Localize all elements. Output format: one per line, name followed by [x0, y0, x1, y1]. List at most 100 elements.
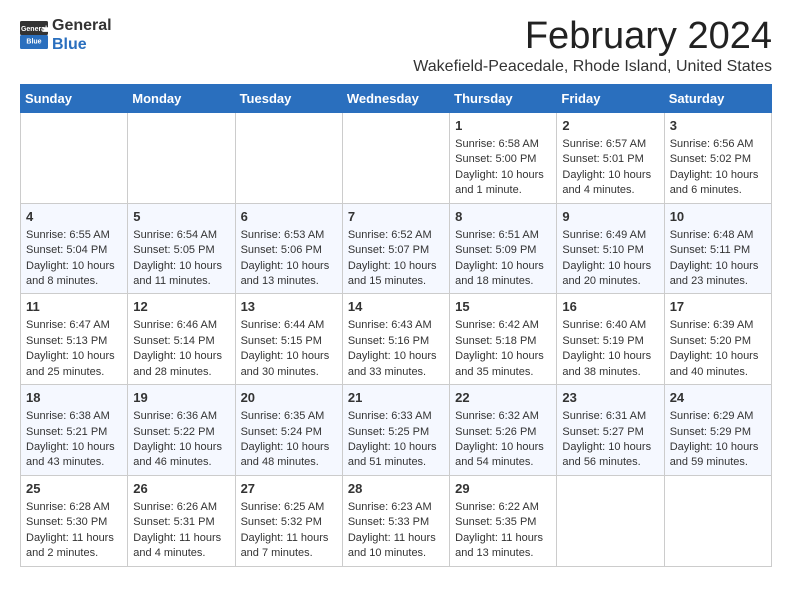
- day-info: Daylight: 10 hours and 13 minutes.: [241, 259, 337, 290]
- day-info: Sunrise: 6:35 AM: [241, 409, 337, 424]
- weekday-header-friday: Friday: [557, 84, 664, 112]
- calendar-header: SundayMondayTuesdayWednesdayThursdayFrid…: [21, 84, 772, 112]
- day-info: Daylight: 10 hours and 40 minutes.: [670, 349, 766, 380]
- day-number: 7: [348, 208, 444, 226]
- day-number: 3: [670, 117, 766, 135]
- logo-icon: General Blue: [20, 21, 48, 49]
- day-info: Sunset: 5:24 PM: [241, 425, 337, 440]
- day-info: Daylight: 10 hours and 1 minute.: [455, 168, 551, 199]
- calendar-cell: 25 Sunrise: 6:28 AMSunset: 5:30 PMDayligh…: [21, 475, 128, 566]
- day-number: 15: [455, 298, 551, 316]
- day-info: Sunset: 5:10 PM: [562, 243, 658, 258]
- day-number: 23: [562, 389, 658, 407]
- day-info: Sunset: 5:33 PM: [348, 515, 444, 530]
- weekday-header-sunday: Sunday: [21, 84, 128, 112]
- day-info: Daylight: 10 hours and 33 minutes.: [348, 349, 444, 380]
- day-info: Sunrise: 6:46 AM: [133, 318, 229, 333]
- day-info: Sunset: 5:16 PM: [348, 334, 444, 349]
- calendar-cell: [342, 112, 449, 203]
- calendar-cell: 16Sunrise: 6:40 AMSunset: 5:19 PMDayligh…: [557, 294, 664, 385]
- day-info: Sunrise: 6:54 AM: [133, 228, 229, 243]
- calendar-cell: 1Sunrise: 6:58 AMSunset: 5:00 PMDaylight…: [450, 112, 557, 203]
- calendar-cell: 10Sunrise: 6:48 AMSunset: 5:11 PMDayligh…: [664, 203, 771, 294]
- day-info: Daylight: 10 hours and 18 minutes.: [455, 259, 551, 290]
- day-info: Daylight: 10 hours and 35 minutes.: [455, 349, 551, 380]
- day-info: Sunrise: 6:32 AM: [455, 409, 551, 424]
- day-number: 4: [26, 208, 122, 226]
- day-info: Sunset: 5:35 PM: [455, 515, 551, 530]
- day-info: Sunset: 5:02 PM: [670, 152, 766, 167]
- day-info: Sunrise: 6:55 AM: [26, 228, 122, 243]
- day-info: Sunrise: 6:28 AM: [26, 500, 122, 515]
- logo: General Blue General Blue: [20, 16, 112, 54]
- day-number: 1: [455, 117, 551, 135]
- day-info: Sunrise: 6:49 AM: [562, 228, 658, 243]
- day-number: 20: [241, 389, 337, 407]
- calendar-cell: 8Sunrise: 6:51 AMSunset: 5:09 PMDaylight…: [450, 203, 557, 294]
- day-info: Sunrise: 6:22 AM: [455, 500, 551, 515]
- day-info: Sunset: 5:04 PM: [26, 243, 122, 258]
- day-number: 26: [133, 480, 229, 498]
- day-number: 18: [26, 389, 122, 407]
- day-number: 2: [562, 117, 658, 135]
- calendar-cell: 28Sunrise: 6:23 AMSunset: 5:33 PMDayligh…: [342, 475, 449, 566]
- calendar-cell: 22Sunrise: 6:32 AMSunset: 5:26 PMDayligh…: [450, 385, 557, 476]
- day-info: Sunset: 5:25 PM: [348, 425, 444, 440]
- day-info: Daylight: 10 hours and 23 minutes.: [670, 259, 766, 290]
- day-info: Daylight: 10 hours and 6 minutes.: [670, 168, 766, 199]
- day-info: Sunrise: 6:44 AM: [241, 318, 337, 333]
- day-info: Daylight: 11 hours and 10 minutes.: [348, 531, 444, 562]
- day-info: Daylight: 11 hours and 7 minutes.: [241, 531, 337, 562]
- day-info: Sunset: 5:30 PM: [26, 515, 122, 530]
- day-info: Sunset: 5:22 PM: [133, 425, 229, 440]
- day-info: Sunset: 5:19 PM: [562, 334, 658, 349]
- day-info: Sunrise: 6:57 AM: [562, 137, 658, 152]
- logo-text: General Blue: [52, 16, 112, 54]
- day-number: 21: [348, 389, 444, 407]
- weekday-header-tuesday: Tuesday: [235, 84, 342, 112]
- day-info: Daylight: 11 hours and 4 minutes.: [133, 531, 229, 562]
- day-info: Sunrise: 6:48 AM: [670, 228, 766, 243]
- day-info: Daylight: 10 hours and 48 minutes.: [241, 440, 337, 471]
- weekday-header-thursday: Thursday: [450, 84, 557, 112]
- calendar-cell: 14Sunrise: 6:43 AMSunset: 5:16 PMDayligh…: [342, 294, 449, 385]
- title-area: February 2024 Wakefield-Peacedale, Rhode…: [413, 16, 772, 76]
- day-info: Sunset: 5:05 PM: [133, 243, 229, 258]
- svg-text:General: General: [21, 26, 47, 33]
- calendar-cell: 23Sunrise: 6:31 AMSunset: 5:27 PMDayligh…: [557, 385, 664, 476]
- day-info: Sunrise: 6:39 AM: [670, 318, 766, 333]
- day-info: Sunset: 5:15 PM: [241, 334, 337, 349]
- day-number: 14: [348, 298, 444, 316]
- calendar-body: 1Sunrise: 6:58 AMSunset: 5:00 PMDaylight…: [21, 112, 772, 566]
- day-info: Sunset: 5:00 PM: [455, 152, 551, 167]
- day-info: Sunset: 5:20 PM: [670, 334, 766, 349]
- day-info: Sunrise: 6:33 AM: [348, 409, 444, 424]
- day-info: Sunset: 5:29 PM: [670, 425, 766, 440]
- week-row-1: 4 Sunrise: 6:55 AMSunset: 5:04 PM Daylight…: [21, 203, 772, 294]
- weekday-header-monday: Monday: [128, 84, 235, 112]
- day-info: Sunset: 5:07 PM: [348, 243, 444, 258]
- calendar-cell: 26Sunrise: 6:26 AMSunset: 5:31 PMDayligh…: [128, 475, 235, 566]
- day-info: Sunrise: 6:47 AM: [26, 318, 122, 333]
- day-info: Sunset: 5:32 PM: [241, 515, 337, 530]
- day-info: Daylight: 10 hours and 15 minutes.: [348, 259, 444, 290]
- day-info: Daylight: 10 hours and 43 minutes.: [26, 440, 122, 471]
- calendar-cell: 21Sunrise: 6:33 AMSunset: 5:25 PMDayligh…: [342, 385, 449, 476]
- calendar-cell: [557, 475, 664, 566]
- day-number: 6: [241, 208, 337, 226]
- day-number: 13: [241, 298, 337, 316]
- day-info: Daylight: 11 hours and 2 minutes.: [26, 531, 122, 562]
- day-info: Daylight: 10 hours and 28 minutes.: [133, 349, 229, 380]
- day-info: Daylight: 10 hours and 25 minutes.: [26, 349, 122, 380]
- day-info: Sunrise: 6:23 AM: [348, 500, 444, 515]
- day-number: 25: [26, 480, 122, 498]
- day-info: Sunset: 5:31 PM: [133, 515, 229, 530]
- week-row-3: 18Sunrise: 6:38 AMSunset: 5:21 PMDayligh…: [21, 385, 772, 476]
- day-number: 8: [455, 208, 551, 226]
- day-info: Sunset: 5:11 PM: [670, 243, 766, 258]
- calendar-cell: 7Sunrise: 6:52 AMSunset: 5:07 PMDaylight…: [342, 203, 449, 294]
- day-number: 22: [455, 389, 551, 407]
- calendar-cell: 3Sunrise: 6:56 AMSunset: 5:02 PMDaylight…: [664, 112, 771, 203]
- calendar-cell: 5Sunrise: 6:54 AMSunset: 5:05 PMDaylight…: [128, 203, 235, 294]
- day-info: Sunrise: 6:38 AM: [26, 409, 122, 424]
